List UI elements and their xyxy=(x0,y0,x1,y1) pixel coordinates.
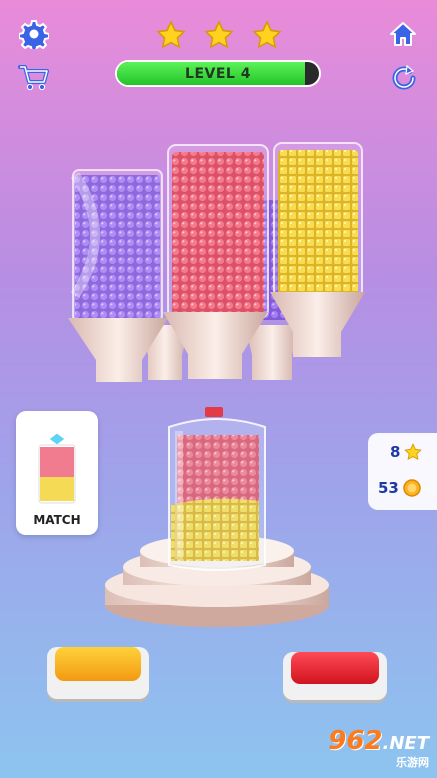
match-label: MATCH xyxy=(33,513,81,527)
star-icon xyxy=(204,20,234,49)
diamond-icon xyxy=(48,433,66,446)
cart-icon xyxy=(18,65,49,91)
coin-icon xyxy=(403,479,421,497)
restart-icon xyxy=(392,64,416,90)
star-icon xyxy=(404,443,423,460)
collection-jar xyxy=(168,407,266,571)
level-progress-bar: LEVEL 4 xyxy=(115,60,321,87)
home-button[interactable] xyxy=(387,18,419,50)
star-icon xyxy=(156,20,186,49)
glass-container xyxy=(273,142,363,299)
glass-container xyxy=(72,169,163,323)
level-label: LEVEL 4 xyxy=(185,65,251,82)
level-stars xyxy=(156,20,282,50)
jar-lid xyxy=(205,407,223,417)
shop-button[interactable] xyxy=(17,63,51,93)
restart-button[interactable] xyxy=(388,62,420,94)
target-jar-preview xyxy=(38,433,76,504)
home-icon xyxy=(390,22,416,46)
dispenser-area xyxy=(68,142,365,382)
red-button-cap xyxy=(291,652,379,684)
star-icon xyxy=(252,20,282,49)
watermark-logo: 962 .NET 乐游网 xyxy=(328,726,429,769)
match-target-card: MATCH xyxy=(16,411,98,535)
counter-panel: 8 53 xyxy=(368,433,437,510)
star-counter: 8 xyxy=(390,443,423,461)
pedestal-area xyxy=(105,407,329,627)
red-drop-button[interactable] xyxy=(283,652,387,700)
yellow-button-cap xyxy=(55,647,141,681)
glass-container xyxy=(167,144,269,319)
coin-count: 53 xyxy=(378,479,399,497)
coin-counter: 53 xyxy=(378,479,421,497)
star-count: 8 xyxy=(390,443,401,461)
settings-button[interactable] xyxy=(18,18,50,50)
gear-icon xyxy=(19,20,49,49)
yellow-drop-button[interactable] xyxy=(47,647,149,699)
dispenser-yellow[interactable] xyxy=(270,142,365,357)
